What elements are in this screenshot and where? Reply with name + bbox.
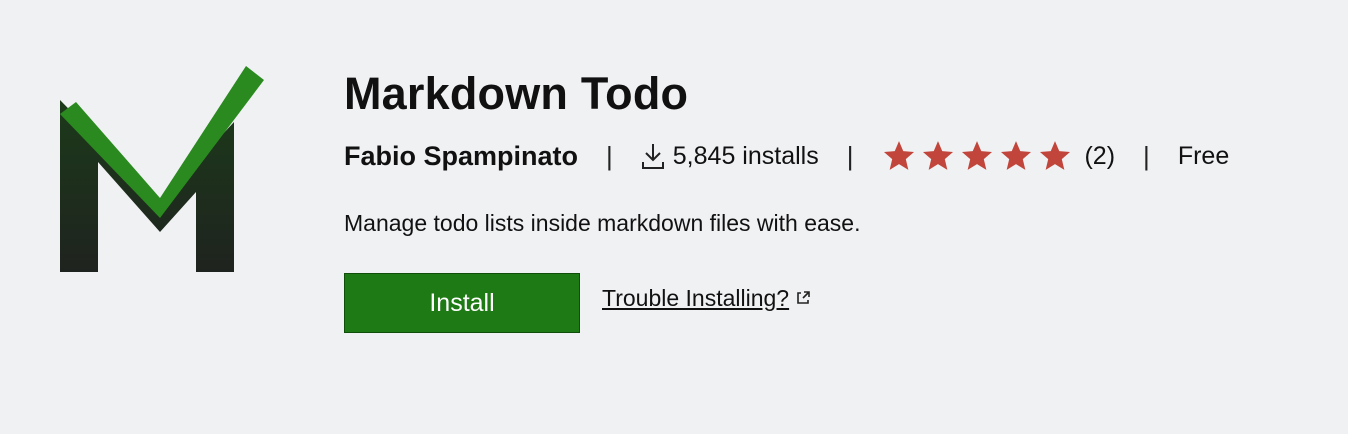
rating-count: (2) [1084, 141, 1116, 170]
separator: | [846, 140, 854, 171]
price-label: Free [1177, 141, 1230, 170]
extension-description: Manage todo lists inside markdown files … [344, 210, 861, 236]
separator: | [1143, 140, 1150, 171]
trouble-installing-label: Trouble Installing? [602, 284, 790, 311]
trouble-installing-link[interactable]: Trouble Installing? [602, 285, 811, 312]
separator: | [606, 140, 613, 171]
star-icon [1040, 141, 1071, 170]
rating-stars[interactable]: (2) [881, 139, 1115, 173]
install-count-label: 5,845 installs [672, 141, 819, 170]
action-row: Install Trouble Installing? [344, 273, 1229, 333]
external-link-icon [797, 291, 810, 304]
publisher-name[interactable]: Fabio Spampinato [344, 141, 578, 172]
star-icon [923, 141, 954, 170]
star-icon [1001, 141, 1032, 170]
install-button[interactable]: Install [344, 273, 580, 333]
extension-meta: Fabio Spampinato | 5,845 installs | (2) … [344, 134, 1229, 178]
download-icon [641, 144, 664, 169]
extension-info: Markdown Todo Fabio Spampinato | 5,845 i… [344, 66, 1229, 333]
star-icon [962, 141, 993, 170]
star-icon [884, 141, 915, 170]
extension-title: Markdown Todo [344, 68, 689, 119]
extension-logo [56, 62, 266, 276]
install-count: 5,845 installs [641, 142, 819, 171]
